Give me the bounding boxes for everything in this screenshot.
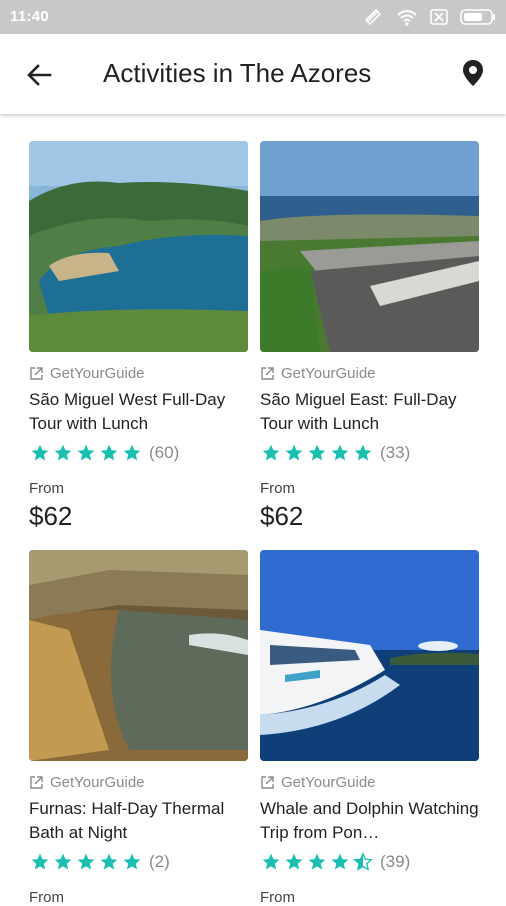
star-icon — [331, 444, 349, 461]
star-icon — [77, 853, 95, 870]
provider-row: GetYourGuide — [29, 773, 248, 791]
star-icon — [262, 853, 280, 870]
activity-card[interactable]: GetYourGuide Furnas: Half-Day Thermal Ba… — [29, 550, 248, 906]
wifi-icon — [397, 10, 417, 26]
rating-row: (33) — [260, 442, 479, 464]
activity-card[interactable]: GetYourGuide Whale and Dolphin Watching … — [260, 550, 479, 906]
star-icon — [77, 444, 95, 461]
star-icon — [54, 853, 72, 870]
external-link-icon — [30, 366, 43, 380]
activity-photo — [29, 141, 248, 352]
page-title: Activities in The Azores — [103, 58, 372, 88]
rating-stars — [260, 852, 374, 872]
price-from-label: From — [260, 480, 295, 497]
price-from-label: From — [29, 889, 64, 906]
external-link-icon — [261, 366, 274, 380]
star-icon — [354, 444, 372, 461]
star-icon — [308, 853, 326, 870]
activity-title[interactable]: Furnas: Half-Day Thermal Bath at Night — [29, 797, 248, 845]
location-pin-icon[interactable] — [460, 58, 486, 88]
star-icon — [285, 444, 303, 461]
star-icon — [100, 853, 118, 870]
star-icon — [123, 853, 141, 870]
rating-row: (2) — [29, 851, 248, 873]
status-time: 11:40 — [10, 8, 50, 25]
star-icon — [31, 853, 49, 870]
review-count: (33) — [380, 443, 411, 462]
status-icons — [364, 8, 496, 26]
activity-title[interactable]: Whale and Dolphin Watching Trip from Pon… — [260, 797, 479, 845]
back-arrow-icon[interactable] — [24, 60, 54, 90]
rating-stars — [29, 852, 143, 872]
status-bar: 11:40 — [0, 0, 506, 34]
activity-title[interactable]: São Miguel East: Full-Day Tour with Lunc… — [260, 388, 479, 436]
star-icon — [331, 853, 349, 870]
star-half-icon — [353, 852, 373, 871]
provider-row: GetYourGuide — [29, 364, 248, 382]
rotate-off-icon — [364, 8, 382, 26]
provider-name: GetYourGuide — [281, 773, 376, 791]
star-icon — [31, 444, 49, 461]
rating-row: (60) — [29, 442, 248, 464]
star-icon — [54, 444, 72, 461]
rating-stars — [29, 443, 143, 463]
activity-photo — [260, 141, 479, 352]
battery-icon — [460, 9, 495, 25]
review-count: (60) — [149, 443, 180, 462]
activity-card[interactable]: GetYourGuide São Miguel West Full-Day To… — [29, 141, 248, 532]
review-count: (39) — [380, 852, 411, 871]
star-icon — [123, 444, 141, 461]
external-link-icon — [30, 775, 43, 789]
external-link-icon — [261, 775, 274, 789]
activity-card[interactable]: GetYourGuide São Miguel East: Full-Day T… — [260, 141, 479, 532]
sim-icon — [430, 9, 448, 25]
star-icon — [100, 444, 118, 461]
rating-stars — [260, 443, 374, 463]
price: $62 — [260, 501, 304, 531]
activity-title[interactable]: São Miguel West Full-Day Tour with Lunch — [29, 388, 248, 436]
review-count: (2) — [149, 852, 170, 871]
app-bar: Activities in The Azores — [0, 34, 506, 114]
star-icon — [285, 853, 303, 870]
provider-name: GetYourGuide — [281, 364, 376, 382]
activity-photo — [260, 550, 479, 761]
activity-photo — [29, 550, 248, 761]
price: $62 — [29, 501, 73, 531]
provider-name: GetYourGuide — [50, 773, 145, 791]
provider-name: GetYourGuide — [50, 364, 145, 382]
rating-row: (39) — [260, 851, 479, 873]
star-icon — [262, 444, 280, 461]
star-icon — [308, 444, 326, 461]
price-from-label: From — [29, 480, 64, 497]
price-from-label: From — [260, 889, 295, 906]
provider-row: GetYourGuide — [260, 364, 479, 382]
provider-row: GetYourGuide — [260, 773, 479, 791]
